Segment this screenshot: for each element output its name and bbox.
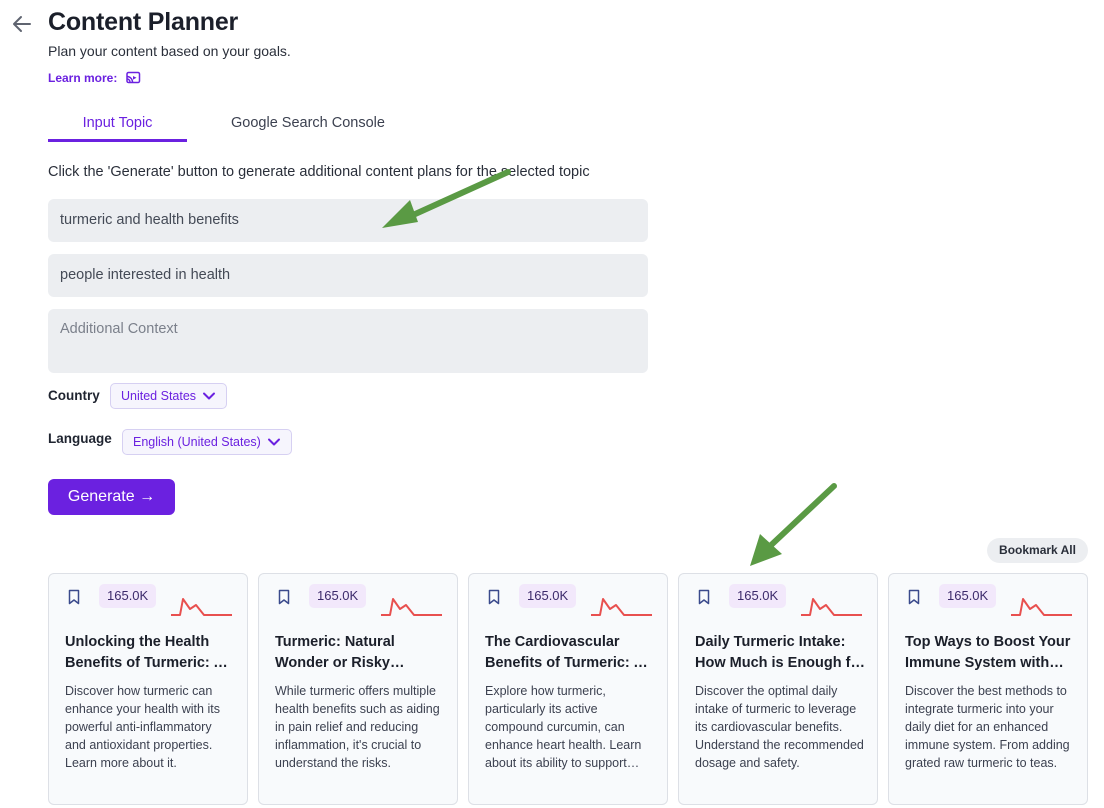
trend-sparkline-icon: [381, 598, 442, 616]
search-volume-badge: 165.0K: [519, 584, 577, 608]
video-cast-icon: [126, 71, 141, 84]
country-value: United States: [121, 389, 197, 403]
bookmark-icon[interactable]: [67, 589, 81, 605]
additional-context-textarea[interactable]: Additional Context: [48, 309, 648, 373]
search-volume-badge: 165.0K: [729, 584, 787, 608]
trend-sparkline-icon: [591, 598, 652, 616]
generate-button[interactable]: Generate →: [48, 479, 175, 515]
chevron-down-icon: [203, 392, 216, 400]
language-select[interactable]: English (United States): [122, 429, 292, 455]
content-plan-card[interactable]: 165.0K The Cardiovascular Benefits of Tu…: [468, 573, 668, 805]
trend-sparkline-icon: [171, 598, 232, 616]
search-volume-badge: 165.0K: [939, 584, 997, 608]
card-title: The Cardiovascular Benefits of Turmeric:…: [485, 634, 644, 671]
card-title: Turmeric: Natural Wonder or Risky Remedy…: [275, 634, 395, 671]
page-title: Content Planner: [48, 8, 239, 36]
card-description: Explore how turmeric, particularly its a…: [485, 684, 642, 770]
card-title: Top Ways to Boost Your Immune System wit…: [905, 634, 1071, 671]
bookmark-icon[interactable]: [487, 589, 501, 605]
audience-input[interactable]: people interested in health: [48, 254, 648, 297]
card-description: Discover the best methods to integrate t…: [905, 684, 1070, 770]
content-plan-card[interactable]: 165.0K Turmeric: Natural Wonder or Risky…: [258, 573, 458, 805]
search-volume-badge: 165.0K: [99, 584, 157, 608]
search-volume-badge: 165.0K: [309, 584, 367, 608]
bookmark-all-button[interactable]: Bookmark All: [987, 538, 1088, 563]
back-arrow-icon[interactable]: [10, 12, 34, 36]
country-select[interactable]: United States: [110, 383, 228, 409]
card-description: Discover how turmeric can enhance your h…: [65, 684, 220, 770]
generate-instruction: Click the 'Generate' button to generate …: [48, 164, 590, 180]
bookmark-icon[interactable]: [697, 589, 711, 605]
chevron-down-icon: [267, 438, 280, 446]
content-plan-card[interactable]: 165.0K Top Ways to Boost Your Immune Sys…: [888, 573, 1088, 805]
card-title: Daily Turmeric Intake: How Much is Enoug…: [695, 634, 865, 671]
learn-more-link[interactable]: Learn more:: [48, 71, 141, 85]
card-description: While turmeric offers multiple health be…: [275, 684, 440, 770]
content-plan-card[interactable]: 165.0K Unlocking the Health Benefits of …: [48, 573, 248, 805]
annotation-arrow-icon: [750, 483, 837, 566]
learn-more-label: Learn more:: [48, 71, 118, 85]
trend-sparkline-icon: [801, 598, 862, 616]
bookmark-icon[interactable]: [277, 589, 291, 605]
card-title: Unlocking the Health Benefits of Turmeri…: [65, 634, 224, 671]
card-description: Discover the optimal daily intake of tur…: [695, 684, 864, 770]
generate-button-label: Generate →: [67, 488, 156, 505]
topic-input[interactable]: turmeric and health benefits: [48, 199, 648, 242]
tab-bar: Input Topic Google Search Console: [48, 108, 648, 142]
bookmark-icon[interactable]: [907, 589, 921, 605]
language-value: English (United States): [133, 435, 261, 449]
content-plan-card[interactable]: 165.0K Daily Turmeric Intake: How Much i…: [678, 573, 878, 805]
country-label: Country: [48, 388, 100, 403]
tab-input-topic[interactable]: Input Topic: [48, 108, 187, 142]
trend-sparkline-icon: [1011, 598, 1072, 616]
language-label: Language: [48, 431, 112, 446]
tab-google-search-console[interactable]: Google Search Console: [213, 108, 403, 142]
page-subtitle: Plan your content based on your goals.: [48, 43, 291, 59]
